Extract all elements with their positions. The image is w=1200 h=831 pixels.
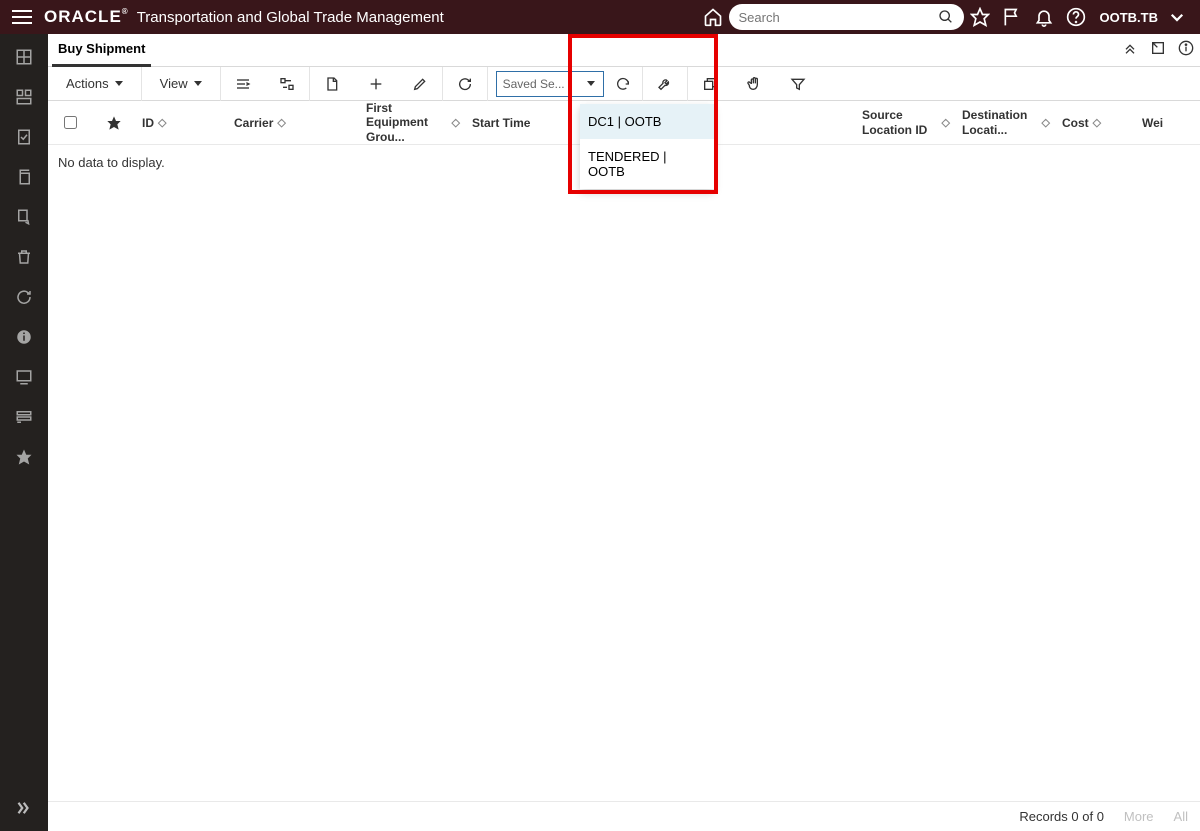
- sort-icon: ◇: [1042, 116, 1050, 129]
- col-carrier[interactable]: Carrier ◇: [228, 116, 360, 130]
- rail-doc-check-icon[interactable]: [15, 128, 33, 146]
- col-weight[interactable]: Wei: [1136, 116, 1186, 130]
- select-all-checkbox[interactable]: [64, 116, 77, 129]
- chevron-down-icon: [194, 81, 202, 86]
- flag-icon[interactable]: [1002, 7, 1022, 27]
- rail-grid-icon[interactable]: [15, 48, 33, 66]
- go-icon[interactable]: [612, 67, 634, 101]
- user-label[interactable]: OOTB.TB: [1100, 10, 1159, 25]
- menu-icon[interactable]: [8, 6, 36, 28]
- add-icon[interactable]: [354, 67, 398, 101]
- rail-layout-icon[interactable]: [15, 88, 33, 106]
- dropdown-item[interactable]: DC1 | OOTB: [580, 104, 714, 139]
- sort-icon: ◇: [942, 116, 950, 129]
- footer: Records 0 of 0 More All: [48, 801, 1200, 831]
- saved-search-dropdown: DC1 | OOTB TENDERED | OOTB: [580, 104, 714, 189]
- refresh-icon[interactable]: [443, 67, 487, 101]
- col-weight-label: Wei: [1142, 116, 1163, 130]
- sort-icon: ◇: [1093, 116, 1101, 129]
- col-destloc-label: Destination Locati...: [962, 108, 1038, 137]
- side-rail: [0, 34, 48, 831]
- rail-refresh-icon[interactable]: [15, 288, 33, 306]
- user-chevron-icon[interactable]: [1168, 8, 1186, 26]
- wrap-icon[interactable]: [265, 67, 309, 101]
- col-id[interactable]: ID ◇: [136, 116, 228, 130]
- search-input[interactable]: [739, 10, 938, 25]
- home-icon[interactable]: [703, 7, 723, 27]
- info-header-icon[interactable]: [1178, 40, 1194, 56]
- actions-menu[interactable]: Actions: [48, 67, 141, 101]
- col-sourceloc[interactable]: Source Location ID ◇: [856, 108, 956, 137]
- rail-copy-icon[interactable]: [15, 168, 33, 186]
- col-sourceloc-label: Source Location ID: [862, 108, 938, 137]
- wrench-icon[interactable]: [643, 67, 687, 101]
- help-icon[interactable]: [1066, 7, 1086, 27]
- col-starttime-label: Start Time: [472, 116, 530, 130]
- col-id-label: ID: [142, 116, 154, 130]
- dropdown-item[interactable]: TENDERED | OOTB: [580, 139, 714, 189]
- col-destloc[interactable]: Destination Locati... ◇: [956, 108, 1056, 137]
- more-link[interactable]: More: [1124, 809, 1154, 824]
- collapse-icon[interactable]: [1122, 40, 1138, 56]
- search-icon[interactable]: [938, 9, 954, 25]
- format-icon[interactable]: [221, 67, 265, 101]
- view-menu[interactable]: View: [142, 67, 220, 101]
- toolbar: Actions View Saved Se...: [48, 67, 1200, 101]
- col-cost[interactable]: Cost ◇: [1056, 116, 1136, 130]
- col-equipment[interactable]: First Equipment Grou... ◇: [360, 101, 466, 144]
- rail-trash-icon[interactable]: [15, 248, 33, 266]
- chevron-down-icon: [587, 81, 595, 86]
- actions-label: Actions: [66, 76, 109, 91]
- view-label: View: [160, 76, 188, 91]
- sort-icon: ◇: [158, 116, 166, 129]
- sort-icon: ◇: [277, 116, 285, 129]
- content-area: Buy Shipment Actions View Saved S: [48, 34, 1200, 831]
- chevron-down-icon: [115, 81, 123, 86]
- bell-icon[interactable]: [1034, 7, 1054, 27]
- all-link[interactable]: All: [1174, 809, 1188, 824]
- search-box[interactable]: [729, 4, 964, 30]
- rail-star-icon[interactable]: [15, 448, 33, 466]
- rail-list-icon[interactable]: [15, 408, 33, 426]
- rail-doc-arrow-icon[interactable]: [15, 208, 33, 226]
- app-title: Transportation and Global Trade Manageme…: [137, 9, 444, 26]
- rail-info-icon[interactable]: [15, 328, 33, 346]
- star-column-icon[interactable]: [106, 115, 122, 131]
- saved-search-select[interactable]: Saved Se...: [496, 71, 604, 97]
- filter-icon[interactable]: [776, 67, 820, 101]
- col-carrier-label: Carrier: [234, 116, 273, 130]
- no-data-text: No data to display.: [58, 155, 165, 170]
- record-count: Records 0 of 0: [1019, 809, 1104, 824]
- col-equipment-label: First Equipment Grou...: [366, 101, 448, 144]
- favorite-icon[interactable]: [970, 7, 990, 27]
- top-bar: ORACLE® Transportation and Global Trade …: [0, 0, 1200, 34]
- col-cost-label: Cost: [1062, 116, 1089, 130]
- popout-icon[interactable]: [1150, 40, 1166, 56]
- hand-icon[interactable]: [732, 67, 776, 101]
- brand-text: ORACLE: [44, 7, 122, 26]
- detach-icon[interactable]: [688, 67, 732, 101]
- sort-icon: ◇: [452, 116, 460, 129]
- page-tab-row: Buy Shipment: [48, 34, 1200, 67]
- rail-monitor-icon[interactable]: [15, 368, 33, 386]
- new-doc-icon[interactable]: [310, 67, 354, 101]
- brand-logo: ORACLE®: [44, 7, 129, 27]
- edit-icon[interactable]: [398, 67, 442, 101]
- saved-search-label: Saved Se...: [503, 77, 565, 91]
- page-tab-buy-shipment[interactable]: Buy Shipment: [52, 33, 151, 67]
- rail-expand-icon[interactable]: [12, 799, 34, 817]
